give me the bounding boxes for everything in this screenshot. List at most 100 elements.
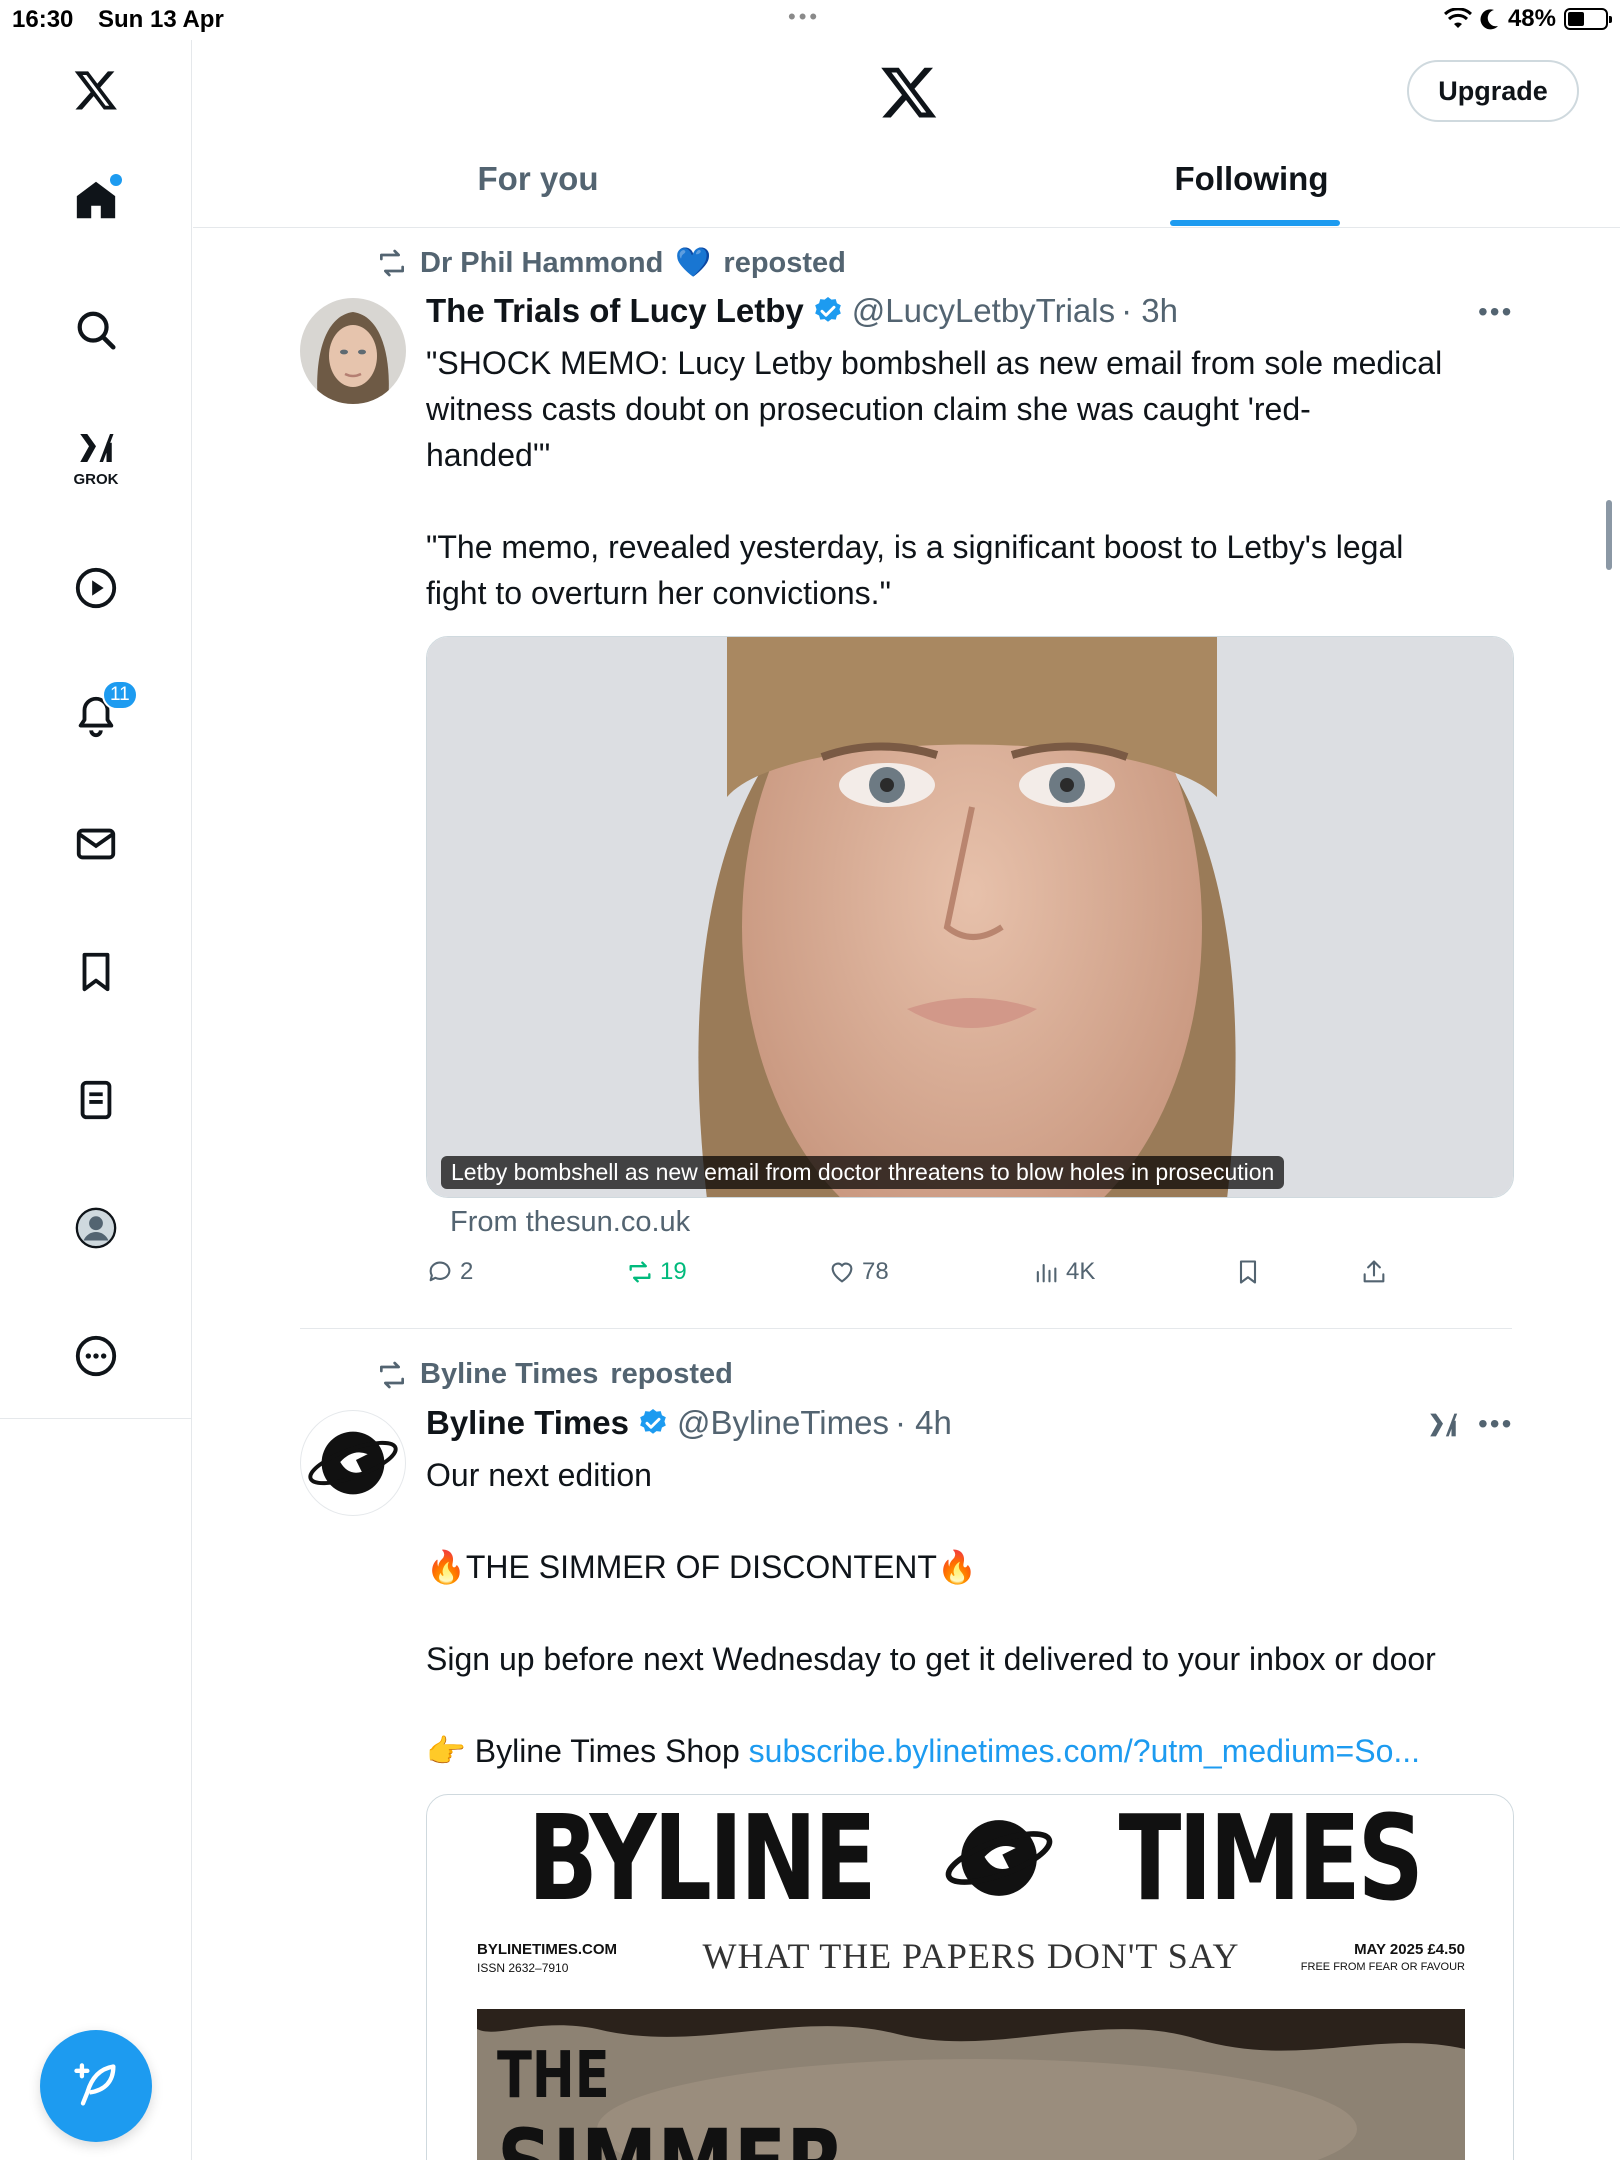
repost-indicator: Dr Phil Hammond 💙 reposted [376, 246, 846, 280]
profile-icon [75, 1207, 117, 1249]
tweet-text-line: "The memo, revealed yesterday, is a sign… [426, 529, 1404, 565]
tweet-text: "SHOCK MEMO: Lucy Letby bombshell as new… [426, 340, 1516, 616]
repost-indicator: Byline Times reposted [376, 1358, 733, 1391]
nav-video[interactable] [66, 558, 126, 618]
tweet-more-icon[interactable]: ••• [1478, 296, 1513, 328]
tab-following[interactable]: Following [883, 160, 1620, 228]
moon-icon [1480, 9, 1498, 30]
heart-icon [831, 1262, 853, 1283]
tweet-text-spacer [426, 1590, 1516, 1636]
link-card-image[interactable]: Letby bombshell as new email from doctor… [426, 636, 1514, 1198]
tweet-text-line: 👉 Byline Times Shop subscribe.bylinetime… [426, 1728, 1516, 1774]
nav-profile[interactable] [66, 1198, 126, 1258]
tweet-text-line: 🔥THE SIMMER OF DISCONTENT🔥 [426, 1544, 1516, 1590]
author-name[interactable]: The Trials of Lucy Letby [426, 292, 804, 330]
bookmark-button[interactable] [1234, 1258, 1262, 1286]
compose-button[interactable] [40, 2030, 152, 2142]
nav-notifications[interactable]: 11 [66, 680, 138, 746]
reply-icon [429, 1261, 451, 1282]
newspaper-cover-image[interactable]: BYLINE TIMES BYLINETIMES.COM ISSN 2632–7… [426, 1794, 1514, 2160]
repost-by[interactable]: Byline Times [420, 1358, 598, 1391]
bookmark-icon [1239, 1260, 1257, 1284]
compose-feather-icon [74, 2063, 116, 2106]
paper-motto: FREE FROM FEAR OR FAVOUR [1300, 1961, 1465, 1973]
tweet-text-line: handed'" [426, 437, 551, 473]
upgrade-button[interactable]: Upgrade [1407, 60, 1579, 122]
tweet-author-line: The Trials of Lucy Letby @LucyLetbyTrial… [426, 292, 1178, 330]
cover-burnt-paper: THE SIMMER [477, 2009, 1465, 2160]
share-icon [1363, 1260, 1385, 1283]
avatar[interactable] [300, 1410, 406, 1516]
grok-label: GROK [73, 471, 119, 488]
fire-emoji: 🔥 [426, 1549, 466, 1585]
nav-more[interactable] [66, 1326, 126, 1386]
wifi-icon [1443, 8, 1472, 28]
status-right: 48% [1443, 5, 1612, 33]
tweet-text-line: Sign up before next Wednesday to get it … [426, 1641, 1436, 1677]
author-handle[interactable]: @BylineTimes [677, 1404, 889, 1442]
tweet-text-line: Our next edition [426, 1457, 652, 1493]
x-logo-icon [881, 67, 937, 118]
tweet-more-icon[interactable]: ••• [1478, 1408, 1513, 1440]
verified-badge-icon [640, 1409, 666, 1434]
bookmarks-icon [82, 952, 110, 992]
more-icon [75, 1335, 117, 1377]
repost-icon [629, 1261, 651, 1283]
share-button[interactable] [1360, 1258, 1388, 1286]
grok-icon [80, 434, 114, 462]
tweet-text-spacer [426, 478, 1516, 524]
tab-for-you-label: For you [477, 160, 599, 197]
author-handle[interactable]: @LucyLetbyTrials [852, 292, 1115, 330]
views-chart-icon [1036, 1263, 1057, 1283]
view-count: 4K [1066, 1258, 1096, 1285]
verified-badge-icon [814, 297, 841, 322]
nav-grok[interactable]: GROK [66, 424, 126, 488]
shop-text: Byline Times Shop [474, 1733, 740, 1769]
tweet-action-bar: 2 19 78 4K [426, 1258, 1406, 1298]
tweet-text-spacer [426, 1682, 1516, 1728]
like-button[interactable]: 78 [828, 1258, 889, 1286]
home-badge-dot [110, 174, 122, 186]
subscribe-link[interactable]: subscribe.bylinetimes.com/?utm_medium=So… [749, 1733, 1420, 1769]
tab-for-you[interactable]: For you [193, 160, 883, 228]
repost-suffix: reposted [610, 1358, 733, 1390]
avatar[interactable] [300, 298, 406, 404]
repost-by[interactable]: Dr Phil Hammond [420, 247, 663, 280]
reply-count: 2 [460, 1258, 474, 1285]
status-bar: 16:30 Sun 13 Apr ••• 48% [0, 0, 1620, 40]
blue-heart-icon: 💙 [675, 247, 712, 279]
nav-lists[interactable] [66, 1070, 126, 1130]
tweet-time[interactable]: · 3h [1121, 292, 1178, 330]
video-icon [75, 567, 117, 609]
tab-following-label: Following [1174, 160, 1329, 197]
link-card-source[interactable]: From thesun.co.uk [450, 1206, 690, 1239]
repost-count: 19 [660, 1258, 687, 1285]
tweet-text-line: witness casts doubt on prosecution claim… [426, 391, 1311, 427]
views-button[interactable]: 4K [1032, 1258, 1095, 1286]
nav-messages[interactable] [66, 814, 126, 874]
status-time: 16:30 [12, 6, 74, 33]
fire-emoji: 🔥 [936, 1549, 977, 1585]
grok-icon[interactable] [1426, 1408, 1460, 1442]
tweet-headline: THE SIMMER OF DISCONTENT [465, 1549, 937, 1585]
tweet-time[interactable]: · 4h [895, 1404, 952, 1442]
nav-bookmarks[interactable] [66, 942, 126, 1002]
cover-word-2: SIMMER [497, 2109, 845, 2160]
author-name[interactable]: Byline Times [426, 1404, 629, 1442]
header-x-logo[interactable] [879, 62, 939, 122]
notifications-badge: 11 [102, 680, 138, 710]
multitasking-dots[interactable]: ••• [788, 4, 820, 30]
reply-button[interactable]: 2 [426, 1258, 473, 1286]
repost-button[interactable]: 19 [626, 1258, 687, 1286]
x-logo-icon [74, 71, 117, 110]
cover-word-1: THE [497, 2039, 610, 2113]
repost-icon [380, 249, 404, 277]
nav-home[interactable] [66, 170, 126, 230]
x-logo[interactable] [66, 60, 126, 120]
tab-active-indicator [1170, 220, 1340, 226]
lists-icon [80, 1080, 112, 1120]
portrait-photo-image [427, 637, 1513, 1197]
messages-icon [76, 828, 116, 860]
nav-search[interactable] [66, 300, 126, 360]
scrollbar[interactable] [1606, 500, 1612, 570]
